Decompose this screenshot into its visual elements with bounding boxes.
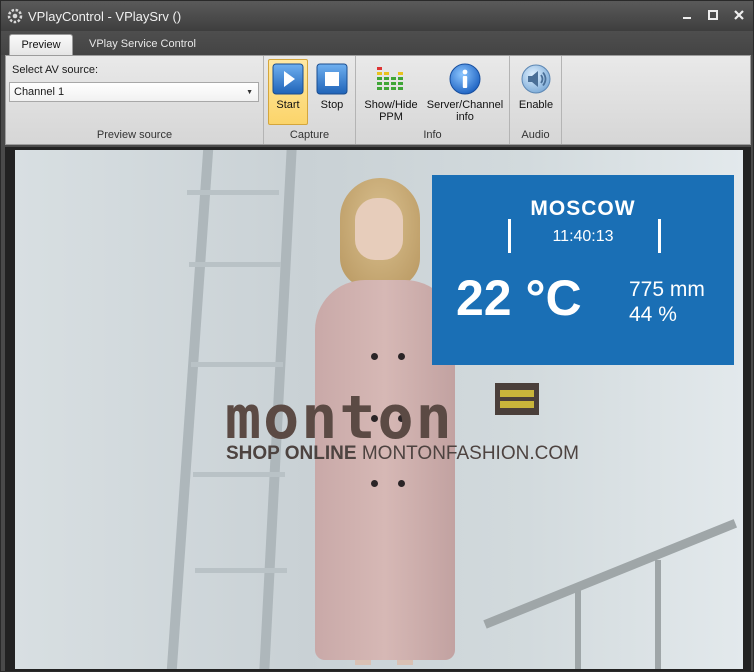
- stop-label: Stop: [320, 99, 344, 111]
- play-icon: [272, 63, 304, 95]
- weather-widget: MOSCOW 11:40:13 22 °C 775 mm 44 %: [432, 175, 734, 365]
- group-label-capture: Capture: [289, 129, 330, 141]
- speaker-icon: [520, 63, 552, 95]
- coat-button: [371, 480, 378, 487]
- group-label-preview-source: Preview source: [96, 129, 173, 141]
- window-controls: [681, 8, 745, 22]
- minimize-button[interactable]: [681, 8, 693, 22]
- title-bar[interactable]: VPlayControl - VPlaySrv (): [1, 1, 753, 31]
- coat-button: [398, 480, 405, 487]
- info-icon: [449, 63, 481, 95]
- group-info: Show/Hide PPM Server/Channel info Info: [356, 56, 510, 144]
- ppm-label: Show/Hide PPM: [364, 99, 417, 123]
- ladder-rung: [191, 362, 283, 367]
- minimize-icon: [683, 17, 691, 19]
- av-source-value: Channel 1: [14, 86, 65, 98]
- stop-icon: [316, 63, 348, 95]
- shop-online-text: SHOP ONLINE MONTONFASHION.COM: [226, 443, 579, 465]
- stop-button[interactable]: Stop: [312, 59, 352, 125]
- enable-audio-button[interactable]: Enable: [514, 59, 558, 125]
- start-label: Start: [276, 99, 300, 111]
- enable-label: Enable: [518, 99, 554, 111]
- tab-preview[interactable]: Preview: [9, 34, 73, 56]
- server-info-label: Server/Channel info: [427, 99, 503, 123]
- group-label-audio: Audio: [521, 129, 550, 141]
- weather-divider: [658, 219, 661, 253]
- app-window: VPlayControl - VPlaySrv () Preview VPlay…: [0, 0, 754, 672]
- weather-pressure: 775 mm: [629, 278, 705, 301]
- group-label-info: Info: [423, 129, 442, 141]
- tab-vplay-service-control[interactable]: VPlay Service Control: [79, 34, 206, 56]
- av-source-label: Select AV source:: [12, 64, 99, 76]
- handrail-post: [575, 590, 581, 669]
- level-meter-icon: [375, 63, 407, 95]
- model-face: [355, 198, 403, 260]
- coat-button: [371, 353, 378, 360]
- ladder-rung: [189, 262, 281, 267]
- window-title: VPlayControl - VPlaySrv (): [28, 8, 182, 24]
- start-button[interactable]: Start: [268, 59, 308, 125]
- preview-video[interactable]: MOSCOW 11:40:13 22 °C 775 mm 44 % monton…: [5, 147, 751, 671]
- coat-button: [398, 353, 405, 360]
- tab-bar: Preview VPlay Service Control: [1, 31, 753, 56]
- maximize-button[interactable]: [707, 8, 719, 22]
- close-button[interactable]: [733, 8, 745, 22]
- server-info-label-line1: Server/Channel: [426, 99, 504, 111]
- video-frame: MOSCOW 11:40:13 22 °C 775 mm 44 % monton…: [15, 150, 743, 669]
- server-channel-info-button[interactable]: Server/Channel info: [424, 59, 506, 125]
- weather-city: MOSCOW: [530, 197, 636, 220]
- shop-website: MONTONFASHION.COM: [361, 443, 579, 464]
- weather-time: 11:40:13: [552, 228, 614, 245]
- group-audio: Enable Audio: [510, 56, 562, 144]
- brand-logo: monton: [225, 383, 454, 453]
- close-icon: [734, 10, 744, 20]
- server-info-label-line2: info: [456, 111, 474, 123]
- ladder-rail-left: [166, 150, 214, 669]
- chevron-down-icon: ▼: [246, 89, 253, 96]
- weather-humidity: 44 %: [629, 303, 677, 326]
- av-source-select[interactable]: Channel 1 ▼: [9, 82, 259, 102]
- ppm-label-line2: PPM: [379, 111, 403, 123]
- handrail-post: [655, 560, 661, 669]
- app-gear-icon[interactable]: [7, 8, 23, 24]
- ppm-label-line1: Show/Hide: [364, 99, 418, 111]
- shop-online-label: SHOP ONLINE: [226, 443, 357, 464]
- show-hide-ppm-button[interactable]: Show/Hide PPM: [360, 59, 422, 125]
- ladder-rung: [193, 472, 285, 477]
- group-capture: Start Stop Capture: [264, 56, 356, 144]
- ribbon: Select AV source: Channel 1 ▼ Preview so…: [5, 55, 751, 145]
- weather-temperature: 22 °C: [456, 270, 582, 326]
- maximize-icon: [708, 10, 718, 20]
- handrail: [483, 519, 738, 629]
- ladder-rung: [187, 190, 279, 195]
- ladder-rung: [195, 568, 287, 573]
- group-preview-source: Select AV source: Channel 1 ▼ Preview so…: [6, 56, 264, 144]
- brand-mark-icon: [495, 383, 539, 415]
